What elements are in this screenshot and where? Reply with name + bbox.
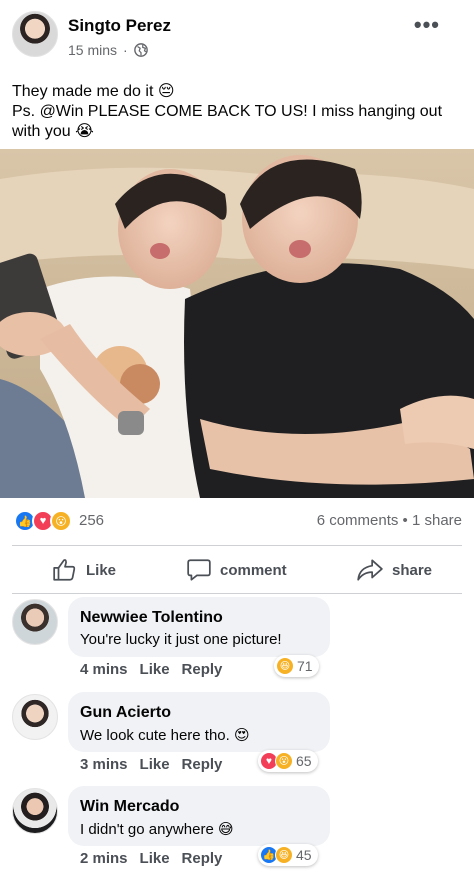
more-options-icon[interactable]: ••• [414,12,440,38]
comment-reply-button[interactable]: Reply [182,850,223,867]
haha-icon: 😆 [276,657,294,675]
comment-share-summary[interactable]: 6 comments • 1 share [317,512,462,529]
post-time[interactable]: 15 mins [68,42,117,58]
globe-icon[interactable] [133,43,148,57]
commenter-name[interactable]: Gun Acierto [80,704,171,722]
comment-icon [187,559,211,581]
comment-time[interactable]: 3 mins [80,756,128,773]
post-header: Singto Perez 15 mins · ••• [0,0,474,70]
meta-separator: · [123,42,128,58]
comment-item: Win Mercado I didn't go anywhere 😅 2 min… [0,786,474,875]
comment-item: Gun Acierto We look cute here tho. 😍 3 m… [0,692,474,782]
comment-button[interactable]: comment [186,550,287,590]
reaction-count[interactable]: 256 [79,512,104,529]
comment-meta: 4 mins Like Reply [80,661,222,678]
comment-meta: 2 mins Like Reply [80,850,222,867]
author-name[interactable]: Singto Perez [68,16,171,36]
comment-text: You're lucky it just one picture! [80,631,282,648]
comment-bubble: Win Mercado I didn't go anywhere 😅 [68,786,330,846]
commenter-name[interactable]: Win Mercado [80,798,179,816]
post-meta: 15 mins · [68,42,148,58]
comment-time[interactable]: 4 mins [80,661,128,678]
comment-meta: 3 mins Like Reply [80,756,222,773]
comment-react-count: 65 [296,753,312,769]
share-label: share [392,561,433,579]
share-button[interactable]: share [356,550,432,590]
comment-bubble: Gun Acierto We look cute here tho. 😍 [68,692,330,752]
comment-like-button[interactable]: Like [140,850,170,867]
comment-text: I didn't go anywhere 😅 [80,821,234,838]
comment-label: comment [220,561,287,579]
like-button[interactable]: Like [52,550,116,590]
commenter-avatar[interactable] [12,694,58,740]
reactions-bar[interactable]: 👍 ♥ 😮 256 6 comments • 1 share [0,508,474,536]
post-actions: Like comment share [0,550,474,592]
comment-bubble: Newwiee Tolentino You're lucky it just o… [68,597,330,657]
comment-reactions[interactable]: ♥ 😮 65 [258,750,318,772]
divider [12,545,462,546]
post-text-line1: They made me do it 😔 [12,83,175,100]
wow-icon: 😮 [50,510,72,532]
commenter-avatar[interactable] [12,599,58,645]
comment-react-count: 45 [296,847,312,863]
divider [12,593,462,594]
post-photo[interactable] [0,149,474,498]
post-text: They made me do it 😔 Ps. @Win PLEASE COM… [12,82,464,142]
comment-time[interactable]: 2 mins [80,850,128,867]
comment-reactions[interactable]: 😆 71 [274,655,319,677]
comment-reply-button[interactable]: Reply [182,756,223,773]
photo-illustration [0,149,474,498]
haha-icon: 😆 [275,846,293,864]
comment-like-button[interactable]: Like [140,756,170,773]
comment-react-count: 71 [297,658,313,674]
comment-item: Newwiee Tolentino You're lucky it just o… [0,597,474,687]
comment-reactions[interactable]: 👍 😆 45 [258,844,318,866]
like-label: Like [86,561,117,579]
thumbs-up-icon [53,559,76,581]
post-text-line2: Ps. @Win PLEASE COME BACK TO US! I miss … [12,103,443,140]
commenter-name[interactable]: Newwiee Tolentino [80,609,223,627]
commenter-avatar[interactable] [12,788,58,834]
author-avatar[interactable] [12,11,58,57]
reaction-icons: 👍 ♥ 😮 [14,510,74,534]
comment-reply-button[interactable]: Reply [182,661,223,678]
wow-icon: 😮 [275,752,293,770]
comment-text: We look cute here tho. 😍 [80,727,250,744]
comment-like-button[interactable]: Like [140,661,170,678]
share-icon [357,559,383,581]
